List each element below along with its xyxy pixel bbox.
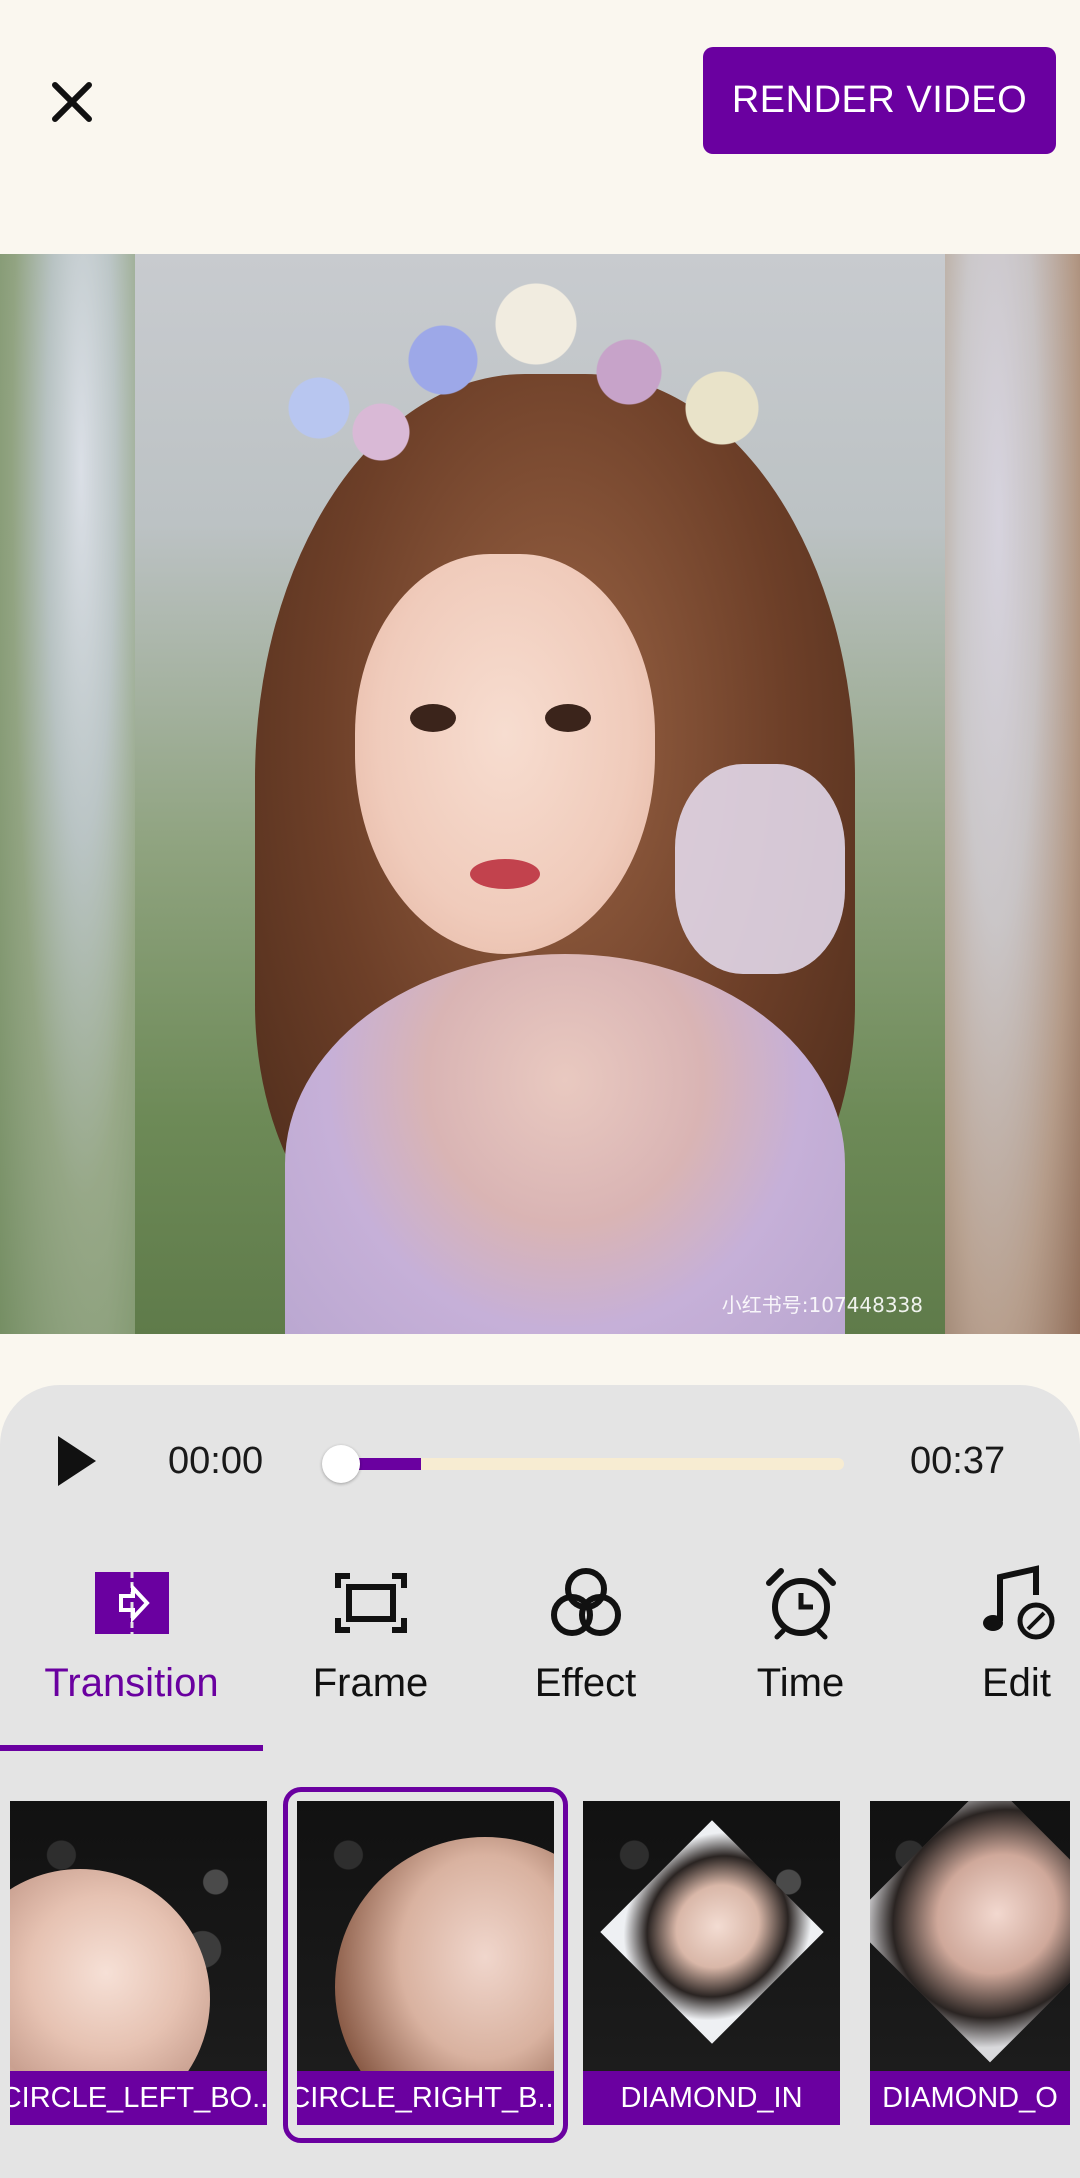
tab-transition[interactable]: Transition: [0, 1563, 263, 1743]
transition-item-diamond-in[interactable]: DIAMOND_IN: [583, 1801, 840, 2129]
render-video-button[interactable]: RENDER VIDEO: [703, 47, 1056, 154]
alarm-clock-icon: [765, 1568, 836, 1640]
video-preview: 小红书号:107448338: [0, 254, 1080, 1334]
transition-item-circle-right[interactable]: CIRCLE_RIGHT_B...: [283, 1787, 568, 2143]
transition-preview: [10, 1801, 267, 2071]
tab-time[interactable]: Time: [693, 1563, 908, 1743]
tab-edit[interactable]: Edit: [908, 1563, 1080, 1743]
play-button[interactable]: [52, 1432, 102, 1490]
transition-label: CIRCLE_RIGHT_B...: [297, 2071, 554, 2125]
frame-icon: [334, 1573, 407, 1633]
transition-icon: [94, 1572, 169, 1634]
seek-bar[interactable]: [322, 1445, 847, 1483]
transition-item-diamond-out[interactable]: DIAMOND_O: [870, 1801, 1070, 2129]
blurred-background-left: [0, 254, 135, 1334]
seek-thumb[interactable]: [322, 1445, 360, 1483]
play-icon: [58, 1436, 96, 1486]
flower-wreath: [195, 264, 815, 504]
blurred-background-right: [945, 254, 1080, 1334]
transition-preview: [297, 1801, 554, 2071]
transition-label: CIRCLE_LEFT_BO...: [10, 2071, 267, 2125]
transition-item-circle-left[interactable]: CIRCLE_LEFT_BO...: [10, 1801, 267, 2129]
close-button[interactable]: [38, 68, 106, 136]
editor-panel: 00:00 00:37 Transition Frame Effect Time…: [0, 1385, 1080, 2178]
transition-preview: [870, 1801, 1070, 2071]
preview-photo: 小红书号:107448338: [135, 254, 945, 1334]
transition-label: DIAMOND_IN: [583, 2071, 840, 2125]
tab-effect[interactable]: Effect: [478, 1563, 693, 1743]
transition-label: DIAMOND_O: [870, 2071, 1070, 2125]
tab-frame[interactable]: Frame: [263, 1563, 478, 1743]
transition-preview: [583, 1801, 840, 2071]
music-edit-icon: [983, 1565, 1055, 1640]
watermark-text: 小红书号:107448338: [721, 1293, 923, 1317]
current-time: 00:00: [168, 1440, 264, 1482]
close-icon: [52, 82, 92, 122]
active-tab-indicator: [0, 1745, 263, 1751]
effect-icon: [550, 1568, 621, 1636]
total-time: 00:37: [910, 1440, 1006, 1482]
